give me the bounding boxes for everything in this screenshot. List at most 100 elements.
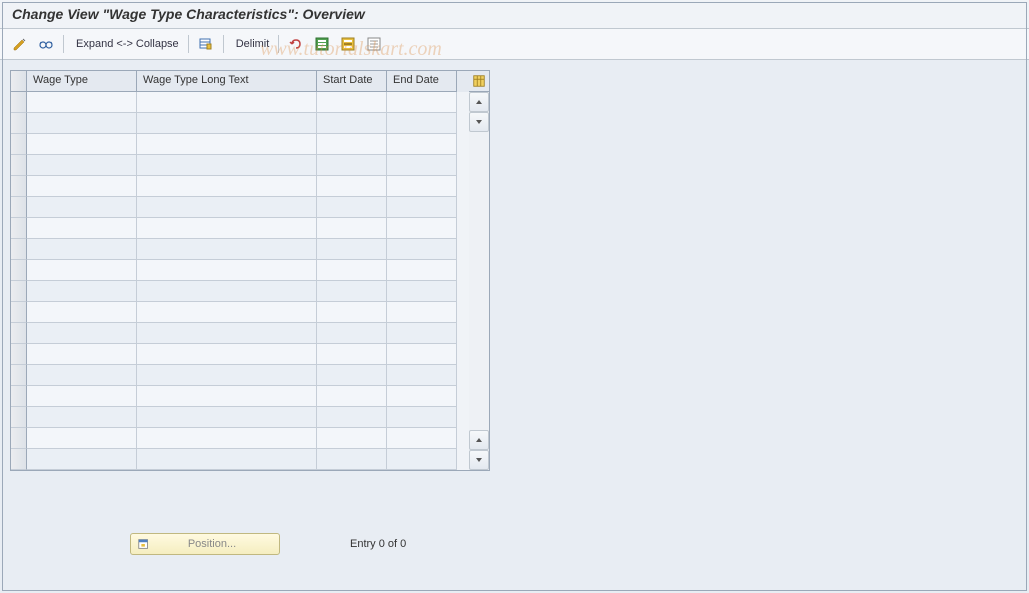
cell-wage-type[interactable] bbox=[27, 155, 137, 176]
cell-long-text[interactable] bbox=[137, 239, 317, 260]
deselect-all-button[interactable] bbox=[362, 33, 386, 55]
cell-start-date[interactable] bbox=[317, 218, 387, 239]
cell-long-text[interactable] bbox=[137, 218, 317, 239]
row-selector[interactable] bbox=[11, 218, 27, 239]
cell-long-text[interactable] bbox=[137, 134, 317, 155]
table-row[interactable] bbox=[11, 176, 469, 197]
cell-end-date[interactable] bbox=[387, 428, 457, 449]
row-selector[interactable] bbox=[11, 281, 27, 302]
cell-long-text[interactable] bbox=[137, 407, 317, 428]
expand-collapse-button[interactable]: Expand <-> Collapse bbox=[69, 33, 183, 55]
cell-wage-type[interactable] bbox=[27, 386, 137, 407]
table-row[interactable] bbox=[11, 428, 469, 449]
cell-long-text[interactable] bbox=[137, 386, 317, 407]
row-selector[interactable] bbox=[11, 386, 27, 407]
cell-end-date[interactable] bbox=[387, 386, 457, 407]
cell-end-date[interactable] bbox=[387, 323, 457, 344]
scroll-down-button[interactable] bbox=[469, 112, 489, 132]
table-row[interactable] bbox=[11, 281, 469, 302]
table-row[interactable] bbox=[11, 344, 469, 365]
cell-start-date[interactable] bbox=[317, 302, 387, 323]
row-selector[interactable] bbox=[11, 92, 27, 113]
cell-long-text[interactable] bbox=[137, 344, 317, 365]
column-header-end-date[interactable]: End Date bbox=[387, 71, 457, 92]
cell-wage-type[interactable] bbox=[27, 134, 137, 155]
cell-long-text[interactable] bbox=[137, 113, 317, 134]
cell-start-date[interactable] bbox=[317, 386, 387, 407]
cell-long-text[interactable] bbox=[137, 197, 317, 218]
table-row[interactable] bbox=[11, 386, 469, 407]
delimit-button[interactable]: Delimit bbox=[229, 33, 274, 55]
column-header-wage-type[interactable]: Wage Type bbox=[27, 71, 137, 92]
undo-button[interactable] bbox=[284, 33, 308, 55]
cell-long-text[interactable] bbox=[137, 176, 317, 197]
cell-wage-type[interactable] bbox=[27, 365, 137, 386]
row-selector[interactable] bbox=[11, 134, 27, 155]
cell-start-date[interactable] bbox=[317, 176, 387, 197]
scroll-track[interactable] bbox=[469, 132, 489, 430]
row-selector[interactable] bbox=[11, 260, 27, 281]
row-selector[interactable] bbox=[11, 323, 27, 344]
column-header-long-text[interactable]: Wage Type Long Text bbox=[137, 71, 317, 92]
cell-wage-type[interactable] bbox=[27, 281, 137, 302]
details-button[interactable] bbox=[34, 33, 58, 55]
cell-start-date[interactable] bbox=[317, 155, 387, 176]
cell-start-date[interactable] bbox=[317, 281, 387, 302]
row-selector[interactable] bbox=[11, 365, 27, 386]
cell-long-text[interactable] bbox=[137, 281, 317, 302]
cell-long-text[interactable] bbox=[137, 365, 317, 386]
cell-start-date[interactable] bbox=[317, 428, 387, 449]
cell-end-date[interactable] bbox=[387, 365, 457, 386]
cell-wage-type[interactable] bbox=[27, 197, 137, 218]
table-row[interactable] bbox=[11, 155, 469, 176]
cell-long-text[interactable] bbox=[137, 449, 317, 470]
cell-wage-type[interactable] bbox=[27, 449, 137, 470]
cell-wage-type[interactable] bbox=[27, 344, 137, 365]
cell-long-text[interactable] bbox=[137, 428, 317, 449]
row-selector[interactable] bbox=[11, 407, 27, 428]
scroll-up-button-2[interactable] bbox=[469, 430, 489, 450]
cell-start-date[interactable] bbox=[317, 113, 387, 134]
table-row[interactable] bbox=[11, 365, 469, 386]
cell-wage-type[interactable] bbox=[27, 323, 137, 344]
row-selector[interactable] bbox=[11, 302, 27, 323]
row-selector[interactable] bbox=[11, 155, 27, 176]
cell-end-date[interactable] bbox=[387, 449, 457, 470]
cell-wage-type[interactable] bbox=[27, 218, 137, 239]
cell-end-date[interactable] bbox=[387, 260, 457, 281]
table-row[interactable] bbox=[11, 407, 469, 428]
cell-long-text[interactable] bbox=[137, 155, 317, 176]
cell-long-text[interactable] bbox=[137, 260, 317, 281]
cell-long-text[interactable] bbox=[137, 302, 317, 323]
table-row[interactable] bbox=[11, 260, 469, 281]
table-row[interactable] bbox=[11, 134, 469, 155]
row-selector[interactable] bbox=[11, 176, 27, 197]
cell-end-date[interactable] bbox=[387, 92, 457, 113]
cell-end-date[interactable] bbox=[387, 239, 457, 260]
table-row[interactable] bbox=[11, 113, 469, 134]
cell-end-date[interactable] bbox=[387, 113, 457, 134]
other-view-button[interactable] bbox=[8, 33, 32, 55]
table-row[interactable] bbox=[11, 218, 469, 239]
cell-start-date[interactable] bbox=[317, 323, 387, 344]
select-all-button[interactable] bbox=[310, 33, 334, 55]
cell-end-date[interactable] bbox=[387, 197, 457, 218]
corner-cell[interactable] bbox=[11, 71, 27, 92]
row-selector[interactable] bbox=[11, 428, 27, 449]
row-selector[interactable] bbox=[11, 113, 27, 134]
cell-wage-type[interactable] bbox=[27, 239, 137, 260]
cell-end-date[interactable] bbox=[387, 407, 457, 428]
cell-wage-type[interactable] bbox=[27, 176, 137, 197]
row-selector[interactable] bbox=[11, 449, 27, 470]
cell-wage-type[interactable] bbox=[27, 92, 137, 113]
cell-long-text[interactable] bbox=[137, 323, 317, 344]
cell-wage-type[interactable] bbox=[27, 302, 137, 323]
cell-start-date[interactable] bbox=[317, 92, 387, 113]
table-row[interactable] bbox=[11, 449, 469, 470]
cell-end-date[interactable] bbox=[387, 302, 457, 323]
row-selector[interactable] bbox=[11, 197, 27, 218]
select-block-button[interactable] bbox=[336, 33, 360, 55]
cell-start-date[interactable] bbox=[317, 197, 387, 218]
table-row[interactable] bbox=[11, 323, 469, 344]
cell-wage-type[interactable] bbox=[27, 407, 137, 428]
